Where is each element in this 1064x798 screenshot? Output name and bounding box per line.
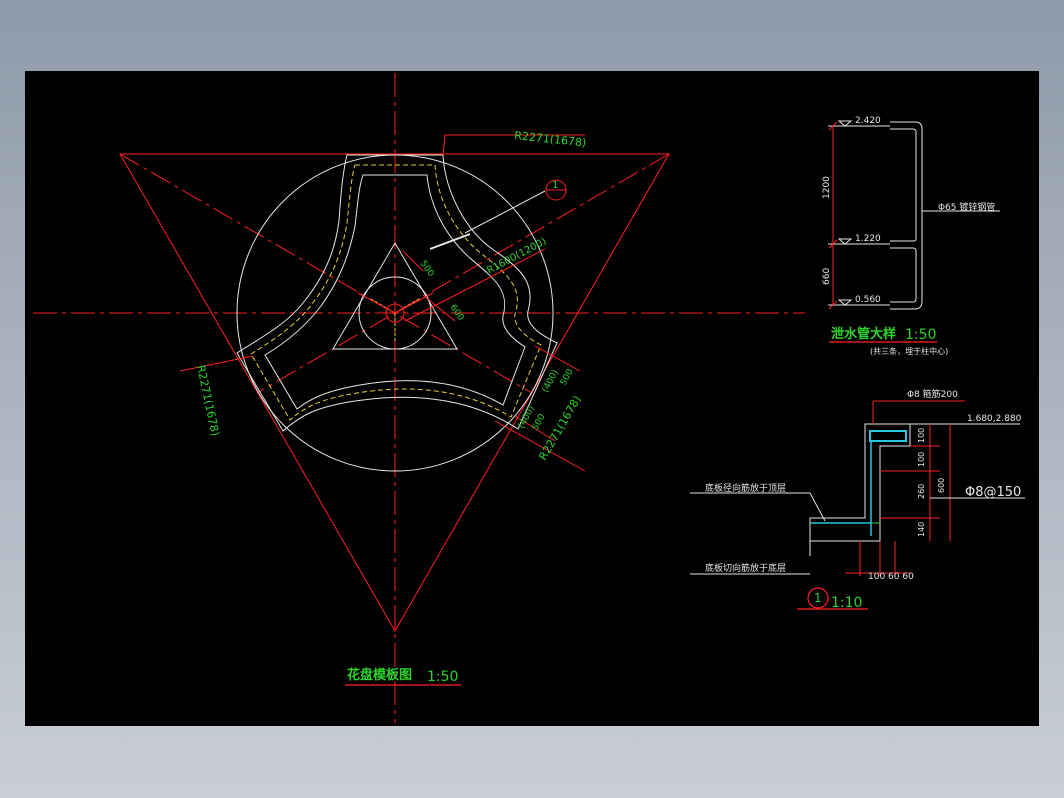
pipe-detail-scale: 1:50 (905, 327, 936, 343)
section-dim-260: 260 (917, 484, 926, 499)
cad-drawing: 1 R2271(1678) R2271(1678) R2271(1678) R1… (33, 73, 1025, 723)
elev-marker-top (837, 120, 853, 127)
dimension-line-right (534, 345, 581, 372)
section-dims-bottom: 100 60 60 (868, 572, 914, 582)
pipe-dim-1200: 1200 (822, 176, 832, 199)
radius-leader-top-2 (442, 134, 446, 156)
radius-label-top: R2271(1678) (514, 129, 587, 149)
rebar-line (250, 164, 542, 421)
section-label-top-leader-2 (809, 492, 826, 522)
section-dim-100b: 100 (917, 452, 926, 467)
section-callout-number: 1 (814, 591, 822, 605)
pipe-shape (890, 121, 923, 310)
plan-title: 花盘模板图 (347, 667, 412, 683)
pipe-label: Φ65 镀锌钢管 (938, 201, 995, 213)
section-rebar-right: Φ8@150 (965, 485, 1021, 500)
triangle-axis-2 (256, 153, 670, 394)
elev-label-top: 2.420 (855, 116, 881, 126)
section-callout-label: 1 (552, 180, 558, 191)
radius-label-inner: R1600(1200) (485, 236, 548, 277)
section-dim-100a: 100 (917, 428, 926, 443)
dim-label-500-b: 500 (559, 367, 576, 387)
section-label-top: 底板径向筋放于顶层 (705, 482, 786, 494)
triangle-axis-1 (119, 153, 533, 394)
section-elev-label: 1.680,2.880 (967, 414, 1022, 424)
cad-drawing-canvas: 1 R2271(1678) R2271(1678) R2271(1678) R1… (25, 71, 1039, 726)
elev-label-mid: 1.220 (855, 234, 881, 244)
radius-leader-left (179, 355, 254, 372)
section-dim-600: 600 (937, 478, 946, 493)
dim-label-600: 600 (448, 303, 466, 323)
hub-radial-2 (357, 292, 396, 314)
radius-label-right: R2271(1678) (536, 393, 583, 462)
elev-marker-mid (837, 238, 853, 245)
plan-scale: 1:50 (427, 669, 458, 685)
plan-view: 1 R2271(1678) R2271(1678) R2271(1678) R1… (33, 73, 805, 723)
radius-label-left: R2271(1678) (194, 364, 222, 437)
pipe-detail-title: 泄水管大样 (831, 326, 896, 342)
pipe-detail: 2.420 1.220 0.560 1200 660 Φ65 镀锌钢管 泄水管大… (822, 116, 1000, 356)
section-cut-leader (464, 190, 546, 234)
elev-label-bot: 0.560 (855, 295, 881, 305)
section-dim-140: 140 (917, 522, 926, 537)
section-detail: Φ8 箍筋200 1.680,2.880 100 100 260 140 600… (690, 388, 1025, 611)
elev-marker-bot (837, 299, 853, 306)
pipe-detail-note: (共三条，埋于柱中心) (870, 346, 948, 356)
section-label-bottom: 底板切向筋放于底层 (705, 562, 786, 574)
dim-label-500: 500 (418, 259, 436, 279)
pipe-dim-660: 660 (822, 268, 832, 285)
section-rebar-top: Φ8 箍筋200 (907, 388, 958, 400)
section-cap-rebar (869, 430, 907, 442)
